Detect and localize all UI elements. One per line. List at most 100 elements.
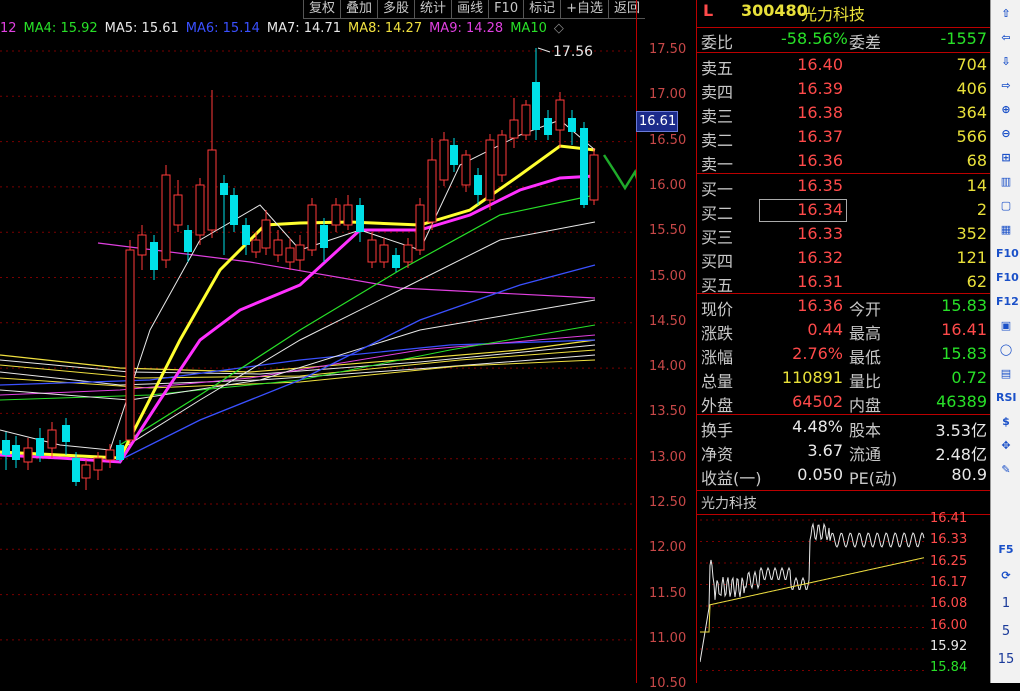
dollar-icon[interactable]: $ xyxy=(996,412,1016,432)
candle-body xyxy=(230,195,238,225)
toolbar-btn-2[interactable]: 多股 xyxy=(377,0,415,19)
stat-label: 外盘 xyxy=(701,396,734,415)
ask-label: 卖五 xyxy=(701,59,734,78)
candle-body xyxy=(474,175,482,195)
period-15[interactable]: 15 xyxy=(991,652,1020,667)
ask-volume: 364 xyxy=(956,103,987,122)
arrow-up-icon[interactable]: ⇧ xyxy=(996,4,1016,24)
price-line xyxy=(700,522,925,663)
ask-row: 卖一 16.36 68 xyxy=(697,151,991,174)
toolbar-btn-6[interactable]: 标记 xyxy=(523,0,561,19)
candle-body xyxy=(150,242,158,270)
stat-value: 15.83 xyxy=(941,344,987,363)
toolbar-btn-0[interactable]: 复权 xyxy=(303,0,341,19)
stat-value: 16.41 xyxy=(941,320,987,339)
window-icon[interactable]: ▢ xyxy=(996,196,1016,216)
kline-icon[interactable]: ⊞ xyxy=(996,148,1016,168)
bid-volume: 14 xyxy=(966,176,987,195)
candle-body xyxy=(509,119,519,139)
candle-body xyxy=(485,139,495,201)
chart-toolbar: 复权 叠加 多股 统计 画线 F10 标记 +自选 返回 xyxy=(303,0,646,19)
ask-volume: 704 xyxy=(956,55,987,74)
price-tick: 11.50 xyxy=(649,585,687,601)
mini-price-tick: 16.17 xyxy=(930,574,968,590)
grid-icon[interactable]: ▦ xyxy=(996,220,1016,240)
price-tick: 14.50 xyxy=(649,313,687,329)
stat-label: 涨幅 xyxy=(701,348,734,367)
pen-icon[interactable]: ✎ xyxy=(996,460,1016,480)
candle-body xyxy=(220,183,228,195)
stat-row: 涨跌 0.44 最高 16.41 xyxy=(697,320,991,343)
candle-body xyxy=(415,204,425,251)
trend-icon[interactable]: ▤ xyxy=(996,364,1016,384)
price-tick: 12.50 xyxy=(649,495,687,510)
candle-body xyxy=(12,445,20,460)
stat-label: 流通 xyxy=(849,445,882,464)
stat-row: 总量 110891 量比 0.72 xyxy=(697,368,991,391)
price-tick: 13.00 xyxy=(649,449,687,465)
ask-label: 卖四 xyxy=(701,83,734,102)
arrow-right-icon[interactable]: ⇨ xyxy=(996,76,1016,96)
f10-icon[interactable]: F10 xyxy=(996,244,1019,264)
ma-legend-item: MA8: 14.27 xyxy=(347,21,423,36)
ask-price: 16.40 xyxy=(797,55,843,74)
toolbar-btn-4[interactable]: 画线 xyxy=(451,0,489,19)
stat-label: 净资 xyxy=(701,445,734,464)
stock-code: 300480 xyxy=(741,1,808,20)
stat-row: 现价 16.36 今开 15.83 xyxy=(697,296,991,319)
history-icon[interactable]: ▣ xyxy=(996,316,1016,336)
candle-body xyxy=(356,205,364,232)
candle-body xyxy=(285,247,295,263)
candle-body xyxy=(580,128,588,205)
move-icon[interactable]: ✥ xyxy=(996,436,1016,456)
stat-value: 3.53亿 xyxy=(935,421,987,440)
ask-volume: 406 xyxy=(956,79,987,98)
ask-volume: 68 xyxy=(966,151,987,170)
candle-body xyxy=(184,230,192,252)
f5-icon[interactable]: F5 xyxy=(996,540,1016,560)
rsi-icon[interactable]: RSI xyxy=(996,388,1017,408)
candle-body xyxy=(555,99,565,131)
bid-volume: 2 xyxy=(976,200,987,219)
candle-body xyxy=(125,249,135,441)
ma-legend-item: MA10 xyxy=(510,21,547,36)
ask-row: 卖四 16.39 406 xyxy=(697,79,991,102)
toolbar-btn-1[interactable]: 叠加 xyxy=(340,0,378,19)
zoom-in-icon[interactable]: ⊕ xyxy=(996,100,1016,120)
kline-chart[interactable]: 17.56 xyxy=(0,0,696,683)
mini-chart-title: 光力科技 xyxy=(701,496,757,512)
f9-icon[interactable]: F10 xyxy=(996,268,1019,288)
fullscreen-icon[interactable]: F12 xyxy=(996,292,1019,312)
stat2-row: 换手 4.48% 股本 3.53亿 xyxy=(697,417,991,440)
bid-volume: 352 xyxy=(956,224,987,243)
bid-volume: 62 xyxy=(966,272,987,291)
period-1[interactable]: 1 xyxy=(991,596,1020,611)
bid-label: 买三 xyxy=(701,228,734,247)
ask-label: 卖二 xyxy=(701,131,734,150)
legend-diamond-icon[interactable]: ◇ xyxy=(554,21,564,41)
candle-body xyxy=(544,118,552,135)
kline-canvas[interactable]: 17.56 xyxy=(0,0,636,683)
candle-body xyxy=(295,244,305,261)
candle-body xyxy=(195,184,205,236)
stat-value: 64502 xyxy=(792,392,843,411)
candle-body xyxy=(105,449,115,461)
price-tick: 16.50 xyxy=(649,132,687,148)
ma-legend-item: MA9: 14.28 xyxy=(429,21,504,36)
stat-label: 最高 xyxy=(849,324,882,343)
ma-legend-item: 12 xyxy=(0,21,17,36)
arrow-left-icon[interactable]: ⇦ xyxy=(996,28,1016,48)
arrow-down-icon[interactable]: ⇩ xyxy=(996,52,1016,72)
toolbar-btn-7[interactable]: +自选 xyxy=(560,0,609,19)
quote-header: L 300480 光力科技 xyxy=(697,0,991,24)
refresh-icon[interactable]: ⟳ xyxy=(996,566,1016,586)
toolbar-btn-3[interactable]: 统计 xyxy=(414,0,452,19)
circle-icon[interactable]: ◯ xyxy=(996,340,1016,360)
period-5[interactable]: 5 xyxy=(991,624,1020,639)
stat-label: 收益(一) xyxy=(701,469,762,488)
candle-body xyxy=(532,82,540,130)
intraday-mini-chart[interactable] xyxy=(700,512,925,683)
zoom-out-icon[interactable]: ⊖ xyxy=(996,124,1016,144)
bar-chart-icon[interactable]: ▥ xyxy=(996,172,1016,192)
toolbar-btn-5[interactable]: F10 xyxy=(488,0,524,19)
